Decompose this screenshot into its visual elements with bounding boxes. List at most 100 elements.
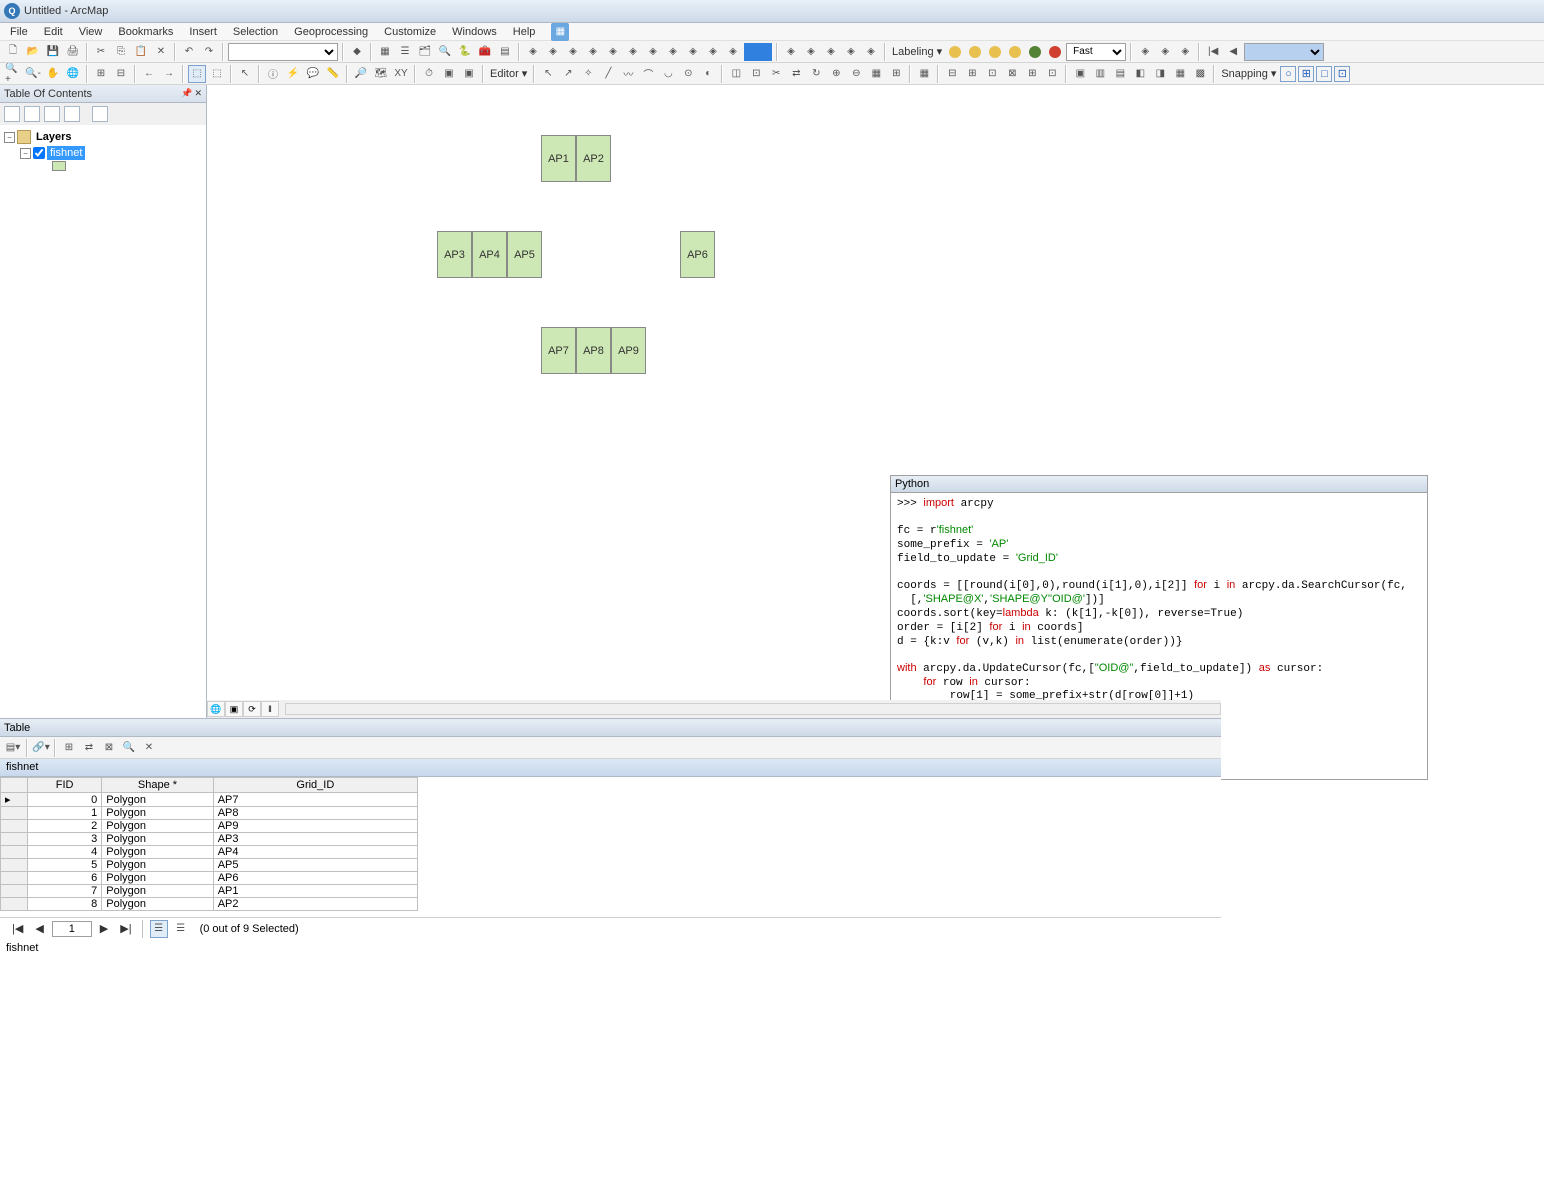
next-record-icon[interactable]: ▶ — [96, 920, 112, 937]
column-fid[interactable]: FID — [27, 778, 101, 793]
editor-toolbar-icon[interactable]: ▦ — [376, 43, 394, 61]
menu-view[interactable]: View — [75, 26, 107, 38]
add-data-icon[interactable]: ◆ — [348, 43, 366, 61]
misc-icon[interactable]: ◈ — [624, 43, 642, 61]
delete-selected-icon[interactable]: ✕ — [140, 739, 158, 757]
labeling-dropdown[interactable]: Labeling ▾ — [890, 45, 944, 58]
misc-icon[interactable]: ◈ — [524, 43, 542, 61]
misc-icon[interactable]: ◈ — [684, 43, 702, 61]
zoom-selected-icon[interactable]: 🔍 — [120, 739, 138, 757]
edit-tool-icon[interactable]: ⊡ — [747, 65, 765, 83]
copy-icon[interactable]: ⎘ — [112, 43, 130, 61]
prev-icon[interactable]: ◀ — [1224, 43, 1242, 61]
edit-tool-icon[interactable]: ◡ — [659, 65, 677, 83]
misc-icon[interactable]: ◈ — [604, 43, 622, 61]
select-elements-icon[interactable]: ↖ — [236, 65, 254, 83]
polygon-feature[interactable]: AP1 — [541, 135, 576, 182]
zoom-out-icon[interactable]: 🔍- — [24, 65, 42, 83]
table-row[interactable]: 4PolygonAP4 — [1, 846, 418, 859]
record-number-input[interactable] — [52, 921, 92, 937]
polygon-feature[interactable]: AP6 — [680, 231, 715, 278]
first-icon[interactable]: |◀ — [1204, 43, 1222, 61]
snapping-dropdown[interactable]: Snapping ▾ — [1219, 67, 1278, 80]
menu-insert[interactable]: Insert — [185, 26, 221, 38]
search-icon[interactable]: 🔍 — [436, 43, 454, 61]
misc-icon[interactable]: ◈ — [584, 43, 602, 61]
highlight-icon[interactable] — [744, 43, 772, 61]
layer-symbol[interactable] — [52, 161, 66, 171]
table-row[interactable]: 6PolygonAP6 — [1, 872, 418, 885]
menu-windows[interactable]: Windows — [448, 26, 501, 38]
prev-record-icon[interactable]: ◀ — [31, 920, 47, 937]
viewer-icon[interactable]: ▣ — [460, 65, 478, 83]
edit-tool-icon[interactable]: ⊡ — [1043, 65, 1061, 83]
table-tab[interactable]: fishnet — [0, 759, 1221, 777]
edit-tool-icon[interactable]: ↖ — [539, 65, 557, 83]
label-icon[interactable] — [1026, 43, 1044, 61]
clear-selection-icon[interactable]: ⬚ — [208, 65, 226, 83]
snap-end-icon[interactable]: ⊞ — [1298, 66, 1314, 82]
misc-icon[interactable]: ◈ — [1136, 43, 1154, 61]
open-icon[interactable]: 📂 — [24, 43, 42, 61]
edit-tool-icon[interactable]: ▦ — [915, 65, 933, 83]
edit-tool-icon[interactable]: ✧ — [579, 65, 597, 83]
polygon-feature[interactable]: AP8 — [576, 327, 611, 374]
undo-icon[interactable]: ↶ — [180, 43, 198, 61]
zoom-in-icon[interactable]: 🔍+ — [4, 65, 22, 83]
print-icon[interactable]: 🖨 — [64, 43, 82, 61]
edit-tool-icon[interactable]: ↻ — [807, 65, 825, 83]
list-by-selection-icon[interactable] — [64, 106, 80, 122]
catalog-icon[interactable]: 🗂 — [416, 43, 434, 61]
menu-help[interactable]: Help — [509, 26, 540, 38]
layers-root[interactable]: Layers — [33, 130, 74, 144]
edit-tool-icon[interactable]: ⊞ — [963, 65, 981, 83]
label-icon[interactable] — [1046, 43, 1064, 61]
layer-visibility-checkbox[interactable] — [33, 147, 45, 159]
goto-xy-icon[interactable]: XY — [392, 65, 410, 83]
back-extent-icon[interactable]: ← — [140, 65, 158, 83]
polygon-feature[interactable]: AP4 — [472, 231, 507, 278]
misc-icon[interactable]: ◈ — [802, 43, 820, 61]
scale-select[interactable] — [228, 43, 338, 61]
misc-icon[interactable]: ◈ — [704, 43, 722, 61]
forward-extent-icon[interactable]: → — [160, 65, 178, 83]
edit-tool-icon[interactable]: ⌒ — [639, 65, 657, 83]
find-route-icon[interactable]: 🗺 — [372, 65, 390, 83]
edit-tool-icon[interactable]: 〰 — [619, 65, 637, 83]
misc-icon[interactable]: ◈ — [782, 43, 800, 61]
edit-tool-icon[interactable]: ▥ — [1091, 65, 1109, 83]
table-bottom-tab[interactable]: fishnet — [0, 939, 1221, 957]
table-row[interactable]: 3PolygonAP3 — [1, 833, 418, 846]
show-selected-records-icon[interactable]: ☰ — [172, 920, 190, 938]
menu-customize[interactable]: Customize — [380, 26, 440, 38]
label-icon[interactable] — [946, 43, 964, 61]
toc-icon[interactable]: ☰ — [396, 43, 414, 61]
measure-icon[interactable]: 📏 — [324, 65, 342, 83]
edit-tool-icon[interactable]: ◫ — [727, 65, 745, 83]
layer-fishnet[interactable]: fishnet — [47, 146, 85, 160]
list-by-visibility-icon[interactable] — [44, 106, 60, 122]
edit-tool-icon[interactable]: ◧ — [1131, 65, 1149, 83]
edit-tool-icon[interactable]: ⊟ — [943, 65, 961, 83]
options-icon[interactable] — [92, 106, 108, 122]
delete-icon[interactable]: ✕ — [152, 43, 170, 61]
edit-tool-icon[interactable]: ▣ — [1071, 65, 1089, 83]
misc-icon[interactable]: ◈ — [724, 43, 742, 61]
edit-tool-icon[interactable]: ▤ — [1111, 65, 1129, 83]
menu-file[interactable]: File — [6, 26, 32, 38]
misc-icon[interactable]: ◈ — [822, 43, 840, 61]
table-options-icon[interactable]: ▤▾ — [4, 739, 22, 757]
switch-selection-icon[interactable]: ⇄ — [80, 739, 98, 757]
table-row[interactable]: 2PolygonAP9 — [1, 820, 418, 833]
arcpy-icon[interactable]: 🐍 — [456, 43, 474, 61]
misc-icon[interactable]: ◈ — [564, 43, 582, 61]
data-view-icon[interactable]: 🌐 — [207, 701, 225, 717]
pan-icon[interactable]: ✋ — [44, 65, 62, 83]
polygon-feature[interactable]: AP2 — [576, 135, 611, 182]
polygon-feature[interactable]: AP9 — [611, 327, 646, 374]
edit-tool-icon[interactable]: ⊙ — [679, 65, 697, 83]
collapse-icon[interactable]: − — [20, 148, 31, 159]
fixed-zoom-out-icon[interactable]: ⊟ — [112, 65, 130, 83]
first-record-icon[interactable]: |◀ — [8, 920, 27, 937]
list-by-source-icon[interactable] — [24, 106, 40, 122]
